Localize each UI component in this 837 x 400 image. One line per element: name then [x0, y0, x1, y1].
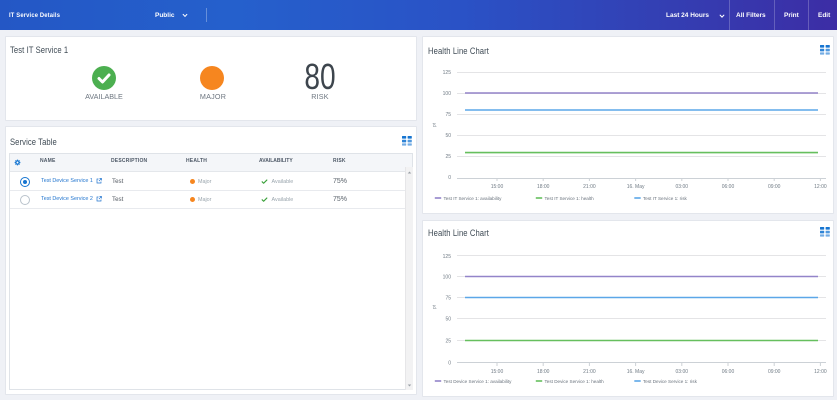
svg-text:75: 75: [445, 296, 451, 302]
svg-text:75: 75: [445, 112, 451, 118]
svg-text:03:00: 03:00: [676, 369, 689, 375]
svg-text:Test IT Service 1: health: Test IT Service 1: health: [545, 196, 595, 201]
svg-text:12:00: 12:00: [814, 184, 827, 190]
svg-text:Test IT Service 1: risk: Test IT Service 1: risk: [643, 196, 688, 201]
svg-text:125: 125: [443, 70, 452, 76]
svg-text:50: 50: [445, 317, 451, 323]
svg-text:Test Device Service 1: availab: Test Device Service 1: availability: [444, 379, 513, 384]
svg-text:50: 50: [445, 133, 451, 139]
svg-text:16. May: 16. May: [627, 369, 645, 375]
svg-text:12:00: 12:00: [814, 369, 827, 375]
svg-text:18:00: 18:00: [537, 184, 550, 190]
svg-text:Test IT Service 1: availabilit: Test IT Service 1: availability: [444, 196, 503, 201]
svg-text:18:00: 18:00: [537, 369, 550, 375]
svg-text:0: 0: [448, 175, 451, 181]
svg-text:06:00: 06:00: [722, 184, 735, 190]
svg-text:21:00: 21:00: [583, 184, 596, 190]
svg-text:16. May: 16. May: [627, 184, 645, 190]
svg-text:09:00: 09:00: [768, 369, 781, 375]
svg-text:0: 0: [448, 361, 451, 367]
svg-text:09:00: 09:00: [768, 184, 781, 190]
svg-text:Test Device Service 1: risk: Test Device Service 1: risk: [643, 379, 698, 384]
svg-text:15:00: 15:00: [491, 184, 504, 190]
svg-text:15:00: 15:00: [491, 369, 504, 375]
svg-text:pt: pt: [432, 304, 438, 309]
svg-text:100: 100: [443, 275, 452, 281]
svg-text:pt: pt: [432, 122, 438, 127]
svg-text:Test Device Service 1: health: Test Device Service 1: health: [545, 379, 605, 384]
svg-text:125: 125: [443, 254, 452, 260]
svg-text:100: 100: [443, 91, 452, 97]
svg-text:06:00: 06:00: [722, 369, 735, 375]
svg-text:21:00: 21:00: [583, 369, 596, 375]
svg-text:25: 25: [445, 154, 451, 160]
svg-text:03:00: 03:00: [676, 184, 689, 190]
svg-text:25: 25: [445, 339, 451, 345]
